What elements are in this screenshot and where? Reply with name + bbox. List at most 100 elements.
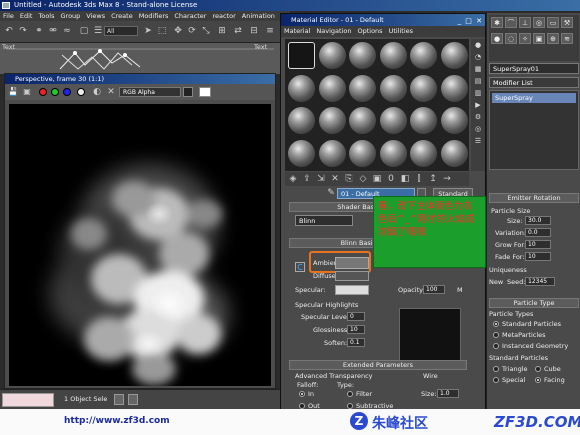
select-arrow-icon[interactable]: ➤ (142, 24, 154, 38)
diffuse-color-swatch[interactable] (335, 271, 369, 281)
sample-slot[interactable] (349, 139, 376, 167)
spacewarps-icon[interactable]: ≋ (561, 33, 573, 44)
standard-particles-radio[interactable] (493, 321, 499, 327)
clone-icon[interactable]: ▣ (21, 85, 33, 99)
motion-tab-icon[interactable]: ◎ (533, 17, 545, 28)
sample-slot[interactable] (318, 42, 346, 69)
put-to-library-icon[interactable]: ▣ (371, 172, 383, 186)
copy-material-icon[interactable]: ⎘ (343, 172, 355, 186)
material-effects-channel-icon[interactable]: 0 (385, 172, 397, 186)
blue-channel-icon[interactable] (63, 88, 71, 96)
menu-reactor[interactable]: reactor (209, 11, 238, 21)
rendered-frame-window[interactable]: Perspective, frame 30 (1:1) 💾 ▣ ◐ ✕ RGB … (4, 73, 276, 389)
assign-material-icon[interactable]: ⇲ (315, 172, 327, 186)
reset-map-icon[interactable]: ✕ (329, 172, 341, 186)
sample-slot[interactable] (318, 139, 346, 167)
new-seed-button[interactable]: New (489, 278, 503, 286)
website-url[interactable]: http://www.zf3d.com (64, 416, 170, 426)
facing-radio[interactable] (535, 377, 541, 383)
menu-create[interactable]: Create (108, 11, 136, 21)
select-by-material-icon[interactable]: ◎ (473, 125, 483, 134)
lock-selection-icon[interactable] (114, 394, 124, 405)
menu-utilities[interactable]: Utilities (386, 26, 416, 37)
menu-modifiers[interactable]: Modifiers (136, 11, 172, 21)
grow-for-spinner[interactable]: 10 (525, 240, 551, 249)
monochrome-icon[interactable]: ◐ (91, 85, 103, 99)
shader-type-dropdown[interactable]: Blinn (295, 215, 353, 226)
uv-tiling-icon[interactable]: ▤ (473, 77, 483, 86)
menu-options[interactable]: Options (354, 26, 385, 37)
variation-spinner[interactable]: 0.0 (525, 228, 551, 237)
utilities-tab-icon[interactable]: ⚒ (561, 17, 573, 28)
link-icon[interactable]: ⚭ (33, 24, 45, 38)
sample-slot[interactable] (440, 42, 468, 69)
extended-parameters-rollout[interactable]: Extended Parameters (289, 360, 467, 370)
make-unique-icon[interactable]: ◇ (357, 172, 369, 186)
menu-edit[interactable]: Edit (17, 11, 36, 21)
size-spinner[interactable]: 30.0 (525, 216, 551, 225)
options-icon[interactable]: ⚙ (473, 113, 483, 122)
sample-slot[interactable] (440, 74, 468, 102)
sample-slot[interactable] (318, 74, 346, 102)
special-radio[interactable] (493, 377, 499, 383)
stack-item-superspray[interactable]: SuperSpray (492, 93, 576, 103)
maxscript-listener[interactable] (2, 393, 54, 407)
create-tab-icon[interactable]: ✱ (491, 17, 503, 28)
pick-material-icon[interactable]: ✎ (325, 186, 337, 200)
sample-slot[interactable] (410, 107, 437, 134)
selection-filter-dropdown[interactable]: All (104, 26, 138, 36)
channel-dropdown[interactable]: RGB Alpha (119, 87, 181, 97)
color-swatch[interactable] (199, 87, 211, 97)
triangle-radio[interactable] (493, 366, 499, 372)
type-filter-radio[interactable] (347, 391, 353, 397)
menu-tools[interactable]: Tools (35, 11, 57, 21)
menu-group[interactable]: Group (58, 11, 84, 21)
menu-views[interactable]: Views (83, 11, 108, 21)
go-to-parent-icon[interactable]: ↥ (427, 172, 439, 186)
seed-spinner[interactable]: 12345 (525, 277, 555, 286)
select-region-icon[interactable]: ⬚ (156, 24, 168, 38)
save-icon[interactable]: 💾 (7, 85, 19, 99)
sample-slot[interactable] (288, 139, 315, 167)
particle-type-rollout[interactable]: Particle Type (489, 298, 579, 308)
put-to-scene-icon[interactable]: ⇪ (301, 172, 313, 186)
backlight-icon[interactable]: ◔ (473, 53, 483, 62)
specular-color-swatch[interactable] (335, 285, 369, 295)
video-check-icon[interactable]: ▥ (473, 89, 483, 98)
sample-slot[interactable] (349, 107, 376, 134)
object-name-field[interactable]: SuperSpray01 (489, 63, 579, 74)
menu-file[interactable]: File (0, 11, 17, 21)
cube-radio[interactable] (535, 366, 541, 372)
sample-slot[interactable] (410, 139, 437, 167)
opacity-spinner[interactable]: 100 (423, 285, 445, 294)
material-navigator-icon[interactable]: ☰ (473, 137, 483, 146)
undo-icon[interactable]: ↶ (3, 24, 15, 38)
menu-navigation[interactable]: Navigation (313, 26, 354, 37)
sample-slot[interactable] (410, 42, 437, 69)
absolute-mode-icon[interactable] (128, 394, 138, 405)
cameras-icon[interactable]: ▣ (533, 33, 545, 44)
track-view[interactable]: Text Text (0, 43, 280, 74)
geometry-icon[interactable]: ● (491, 33, 503, 44)
modifier-stack[interactable]: SuperSpray (489, 90, 579, 170)
sample-slot[interactable] (410, 74, 437, 102)
get-material-icon[interactable]: ◈ (287, 172, 299, 186)
menu-animation[interactable]: Animation (239, 11, 278, 21)
sample-slot[interactable] (440, 139, 468, 167)
metaparticles-radio[interactable] (493, 332, 499, 338)
channel-arrow-icon[interactable] (183, 87, 193, 97)
lock-ambient-diffuse-icon[interactable]: C (295, 262, 305, 272)
modifier-list-dropdown[interactable]: Modifier List (489, 77, 579, 88)
bind-icon[interactable]: ≈ (61, 24, 73, 38)
sample-slot[interactable] (379, 139, 407, 167)
unlink-icon[interactable]: ⚮ (47, 24, 59, 38)
alpha-channel-icon[interactable] (77, 88, 85, 96)
green-channel-icon[interactable] (51, 88, 59, 96)
sample-slot[interactable] (379, 42, 407, 69)
sample-slot[interactable] (349, 74, 376, 102)
layers-icon[interactable]: ≡ (264, 24, 276, 38)
mirror-icon[interactable]: ⇄ (232, 24, 244, 38)
background-icon[interactable]: ▦ (473, 65, 483, 74)
show-map-in-viewport-icon[interactable]: ◧ (399, 172, 411, 186)
helpers-icon[interactable]: ⊕ (547, 33, 559, 44)
